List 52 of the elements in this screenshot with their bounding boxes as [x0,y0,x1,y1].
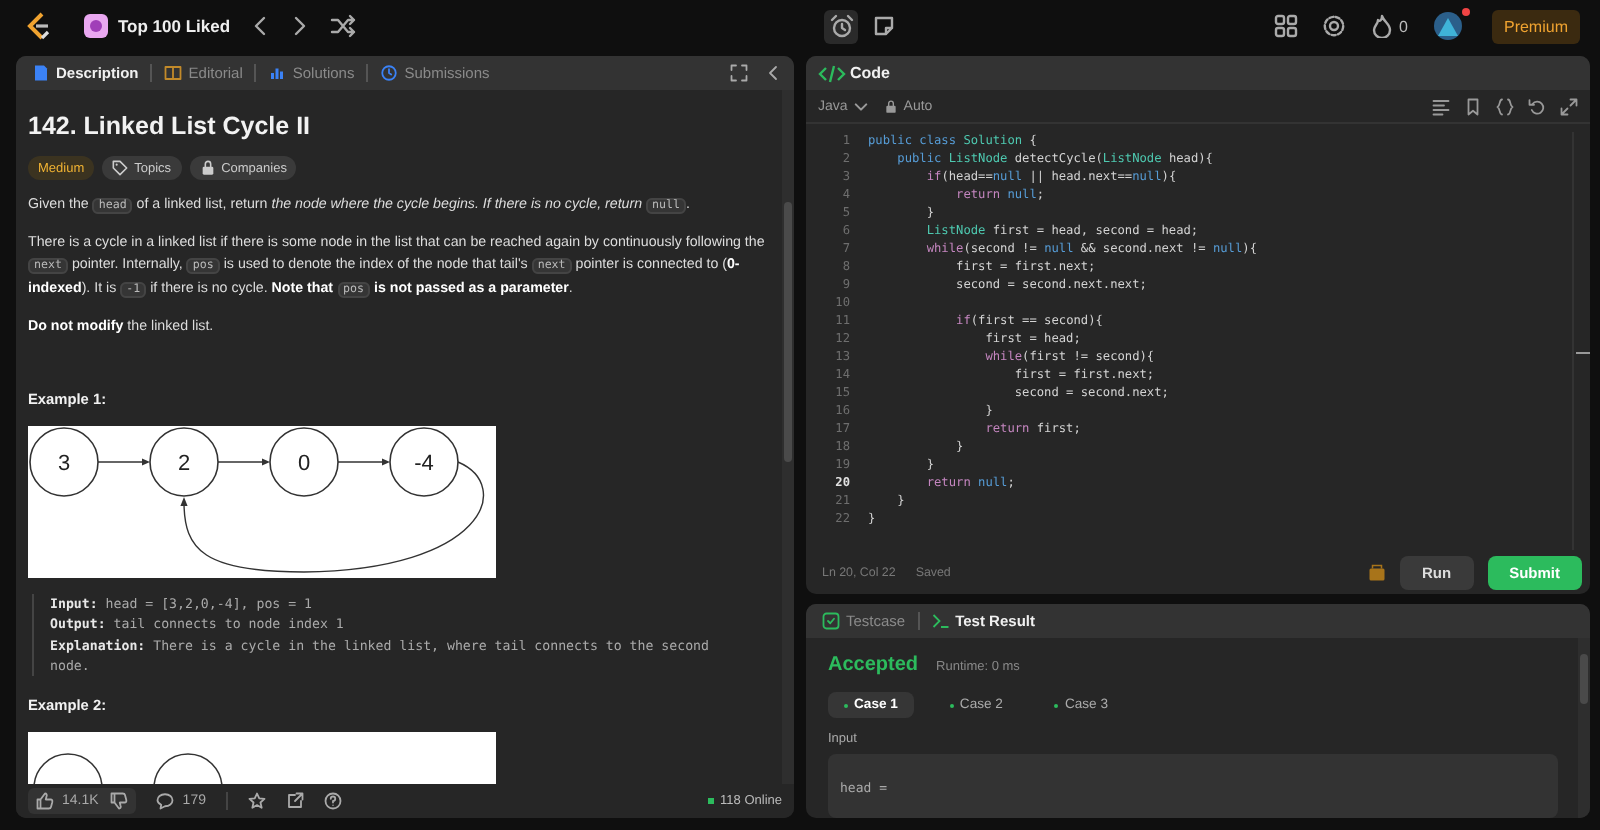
streak-count: 0 [1399,17,1408,35]
list-node: 0 [269,427,339,497]
format-icon[interactable] [1432,97,1450,115]
code-icon [818,61,846,85]
braces-icon[interactable] [1496,97,1514,115]
scrollbar[interactable] [1578,638,1590,818]
maximize-icon[interactable] [1560,97,1578,115]
checkbox-icon [822,612,840,630]
lock-icon [199,160,216,176]
logo-icon[interactable] [24,10,52,42]
lock-icon [883,99,898,113]
caret-icon [853,99,868,113]
star-icon[interactable] [247,792,266,810]
tag-icon [112,160,129,176]
list-node: 3 [29,427,99,497]
arrow [337,458,390,466]
verdict-text: Accepted [828,654,919,676]
scrollbar[interactable] [1572,132,1590,550]
next-icon[interactable] [290,14,311,38]
document-icon [32,64,50,82]
expand-icon[interactable] [730,64,748,82]
help-icon[interactable] [323,792,342,810]
scrollbar[interactable] [782,90,794,784]
book-icon [164,64,183,82]
grid-icon[interactable] [1273,14,1298,38]
reset-icon[interactable] [1528,97,1546,115]
settings-icon[interactable] [1321,14,1346,38]
thumbs-down-icon[interactable] [110,792,129,810]
alarm-button[interactable] [824,9,858,43]
premium-button[interactable]: Premium [1491,9,1580,43]
comment-icon [156,792,175,810]
note-icon [871,14,895,38]
avatar-icon[interactable] [1431,10,1464,42]
panel-title: Code [850,64,890,82]
clock-icon [380,64,399,82]
shuffle-icon[interactable] [330,14,357,38]
arrow [217,458,270,466]
thumbs-up-icon [36,792,54,810]
bar-chart-icon [268,64,287,82]
previous-icon[interactable] [250,14,271,38]
collapse-icon[interactable] [764,64,782,82]
alarm-clock-icon [829,14,853,38]
terminal-icon [931,612,950,630]
list-node: 2 [149,427,219,497]
list-title-button[interactable]: Top 100 Liked [84,14,231,38]
share-icon[interactable] [285,792,304,810]
flame-icon[interactable] [1369,14,1394,38]
list-node: -4 [389,427,459,497]
arrow [97,458,150,466]
list-icon [84,14,108,38]
problem-title: 142. Linked List Cycle II [28,112,313,140]
bookmark-icon[interactable] [1464,97,1482,115]
